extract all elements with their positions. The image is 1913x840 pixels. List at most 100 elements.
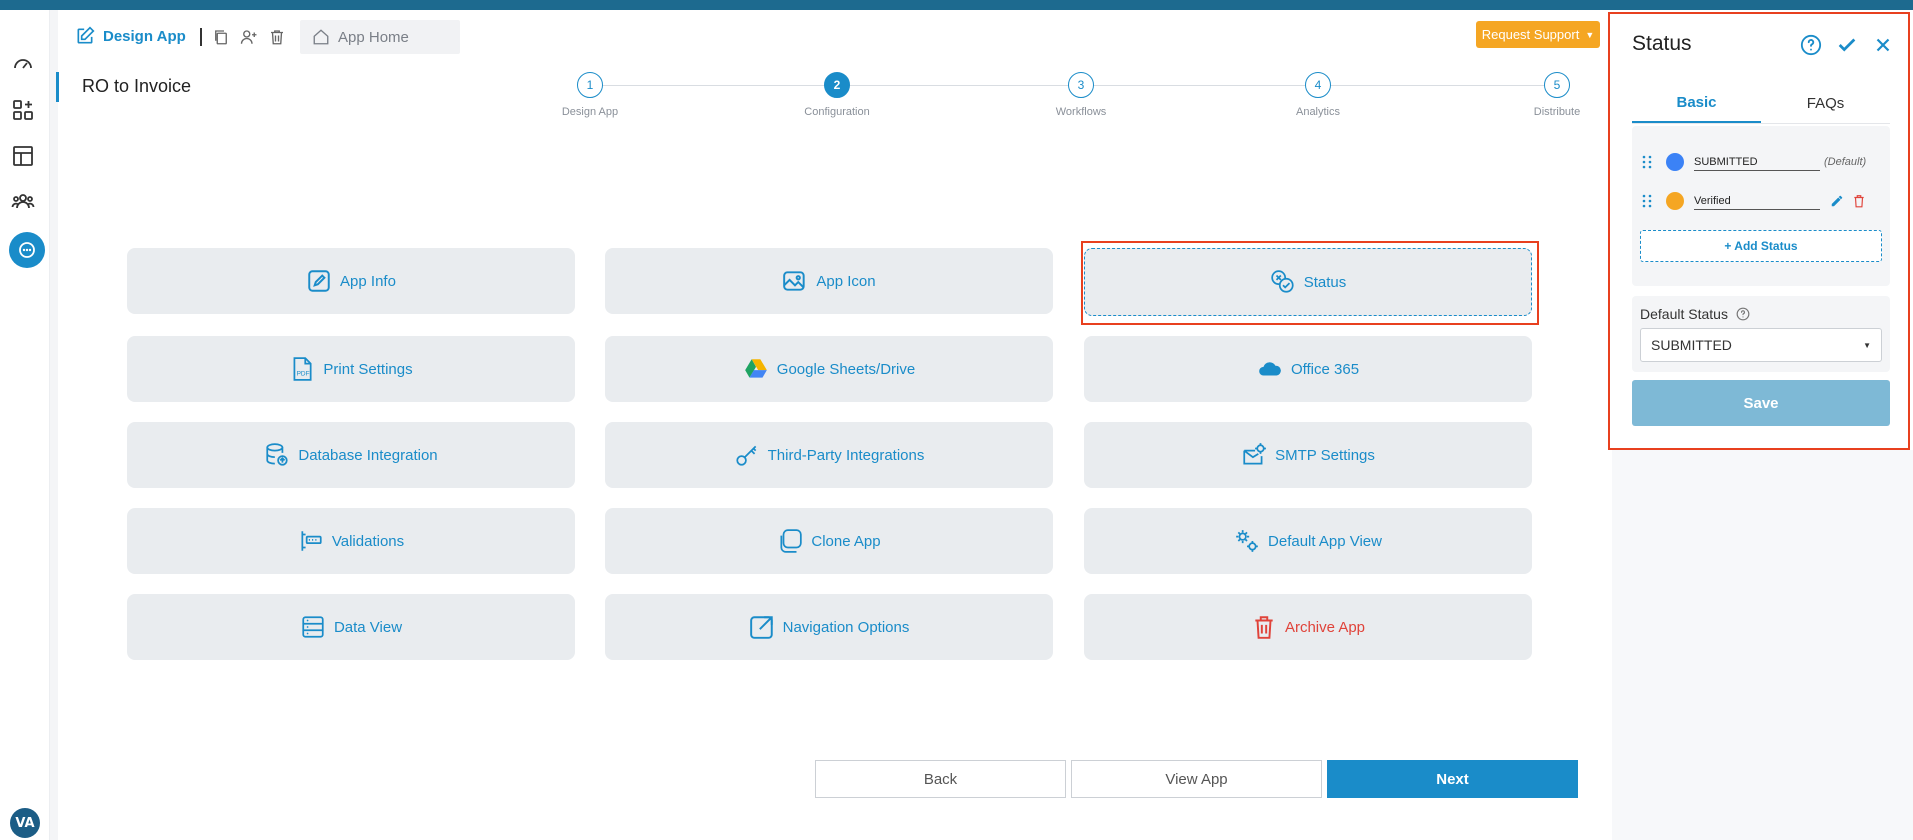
step-5-circle: 5: [1544, 72, 1570, 98]
svg-text:PDF: PDF: [297, 371, 310, 378]
step-4-label: Analytics: [1295, 106, 1341, 118]
step-2[interactable]: 2 Configuration: [787, 72, 887, 118]
default-status-label: Default Status: [1640, 306, 1750, 322]
save-button[interactable]: Save: [1632, 380, 1890, 426]
step-3[interactable]: 3 Workflows: [1031, 72, 1131, 118]
status-name-input[interactable]: [1694, 153, 1820, 171]
default-app-view-tile[interactable]: Default App View: [1084, 508, 1532, 574]
design-app-label: Design App: [103, 27, 186, 45]
navigation-options-tile[interactable]: Navigation Options: [605, 594, 1053, 660]
status-row-actions: [1830, 194, 1866, 208]
trash-icon: [1255, 616, 1273, 639]
header-tools: [212, 28, 286, 46]
status-icon: [1271, 270, 1294, 293]
key-icon: [736, 445, 756, 466]
panel-actions: [1800, 34, 1894, 56]
users-group-icon[interactable]: [10, 188, 36, 214]
validation-icon: [301, 531, 322, 551]
status-label: Status: [1303, 273, 1347, 291]
step-2-label: Configuration: [804, 106, 870, 118]
trash-icon[interactable]: [1852, 194, 1866, 208]
smtp-settings-tile[interactable]: SMTP Settings: [1084, 422, 1532, 488]
mail-gear-icon: [1243, 443, 1267, 465]
step-4[interactable]: 4 Analytics: [1268, 72, 1368, 118]
office-365-tile[interactable]: Office 365: [1084, 336, 1532, 402]
default-app-view-label: Default App View: [1268, 532, 1382, 550]
pencil-icon[interactable]: [1830, 194, 1844, 208]
archive-app-label: Archive App: [1284, 618, 1366, 636]
default-status-section: Default Status SUBMITTED ▼: [1632, 296, 1890, 372]
step-2-circle: 2: [824, 72, 850, 98]
delete-icon[interactable]: [268, 28, 286, 46]
default-status-value: SUBMITTED: [1651, 337, 1732, 353]
check-icon[interactable]: [1836, 34, 1858, 56]
app-home-breadcrumb[interactable]: App Home: [300, 20, 460, 54]
clone-app-tile[interactable]: Clone App: [605, 508, 1053, 574]
panel-background: [1612, 450, 1913, 840]
help-icon[interactable]: [1800, 34, 1822, 56]
google-sheets-drive-tile[interactable]: Google Sheets/Drive: [605, 336, 1053, 402]
next-button[interactable]: Next: [1327, 760, 1578, 798]
left-nav-rail: VA: [0, 10, 50, 840]
status-color-dot[interactable]: [1666, 153, 1684, 171]
rail-gutter: [50, 10, 58, 840]
request-support-button[interactable]: Request Support ▼: [1476, 21, 1600, 48]
apps-grid-icon[interactable]: [10, 97, 36, 123]
layout-icon[interactable]: [10, 143, 36, 169]
database-icon: [266, 443, 288, 466]
third-party-integrations-label: Third-Party Integrations: [767, 446, 925, 464]
add-status-button[interactable]: + Add Status: [1640, 230, 1882, 262]
request-support-label: Request Support: [1481, 27, 1580, 42]
tab-basic[interactable]: Basic: [1632, 84, 1761, 123]
status-tile[interactable]: Status: [1084, 248, 1532, 316]
status-color-dot[interactable]: [1666, 192, 1684, 210]
edit-square-icon: [77, 26, 95, 44]
database-integration-tile[interactable]: Database Integration: [127, 422, 575, 488]
copy-icon[interactable]: [212, 28, 230, 46]
top-accent-bar: [0, 0, 1913, 10]
navigation-options-label: Navigation Options: [782, 618, 910, 636]
smtp-settings-label: SMTP Settings: [1275, 446, 1375, 464]
validations-label: Validations: [331, 532, 405, 550]
status-row: (Default): [1642, 150, 1882, 174]
app-icon-tile[interactable]: App Icon: [605, 248, 1053, 314]
panel-title: Status: [1632, 32, 1692, 55]
tab-faqs[interactable]: FAQs: [1761, 84, 1890, 123]
cloud-icon: [1259, 362, 1281, 376]
google-drive-icon: [744, 359, 767, 378]
step-3-circle: 3: [1068, 72, 1094, 98]
step-1-label: Design App: [561, 106, 619, 118]
user-avatar[interactable]: VA: [10, 808, 40, 838]
ai-assistant-icon[interactable]: [9, 232, 45, 268]
status-name-input[interactable]: [1694, 192, 1820, 210]
validations-tile[interactable]: Validations: [127, 508, 575, 574]
step-1-circle: 1: [577, 72, 603, 98]
data-view-tile[interactable]: Data View: [127, 594, 575, 660]
third-party-integrations-tile[interactable]: Third-Party Integrations: [605, 422, 1053, 488]
app-info-tile[interactable]: App Info: [127, 248, 575, 314]
step-1[interactable]: 1 Design App: [540, 72, 640, 118]
question-circle-icon[interactable]: [1736, 307, 1750, 321]
archive-app-tile[interactable]: Archive App: [1084, 594, 1532, 660]
close-icon[interactable]: [1872, 34, 1894, 56]
page-title-accent: [56, 72, 59, 102]
view-app-button[interactable]: View App: [1071, 760, 1322, 798]
design-app-link[interactable]: Design App: [75, 26, 186, 46]
default-status-select[interactable]: SUBMITTED ▼: [1640, 328, 1882, 362]
pdf-icon: PDF: [293, 357, 312, 381]
header-divider: [200, 28, 202, 46]
home-icon: [313, 29, 329, 45]
caret-down-icon: ▼: [1863, 340, 1871, 350]
add-user-icon[interactable]: [240, 28, 258, 46]
print-settings-tile[interactable]: PDF Print Settings: [127, 336, 575, 402]
drag-handle-icon[interactable]: [1642, 155, 1652, 169]
progress-stepper: 1 Design App 2 Configuration 3 Workflows…: [540, 72, 1580, 122]
drag-handle-icon[interactable]: [1642, 194, 1652, 208]
back-button[interactable]: Back: [815, 760, 1066, 798]
dashboard-gauge-icon[interactable]: [10, 50, 36, 76]
app-info-label: App Info: [340, 272, 396, 290]
step-5[interactable]: 5 Distribute: [1507, 72, 1607, 118]
database-integration-label: Database Integration: [298, 446, 438, 464]
default-tag: (Default): [1824, 156, 1867, 168]
default-status-text: Default Status: [1640, 306, 1728, 322]
